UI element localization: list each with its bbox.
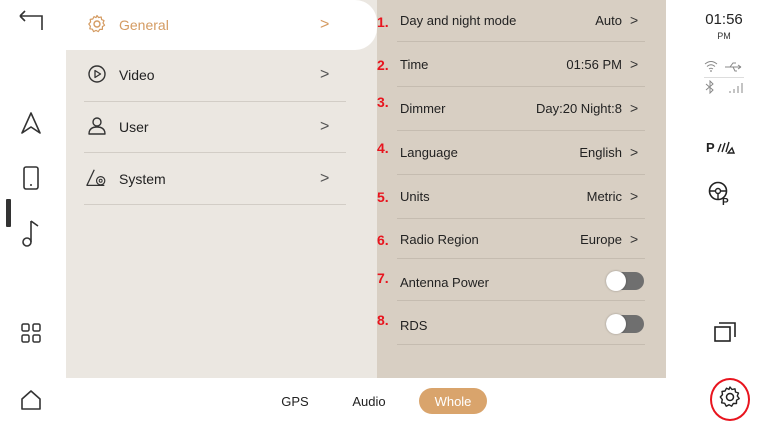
navigation-icon[interactable] — [17, 109, 45, 137]
setting-row-time[interactable]: 2. Time 01:56 PM > — [377, 44, 666, 88]
chevron-right-icon: > — [630, 188, 639, 204]
annotation-number: 5. — [377, 189, 389, 205]
setting-row-language[interactable]: 4. Language English > — [377, 132, 666, 176]
wifi-icon — [704, 60, 718, 75]
chevron-right-icon: > — [630, 100, 639, 116]
annotation-number: 1. — [377, 14, 389, 30]
setting-row-antenna-power[interactable]: 7. Antenna Power — [377, 260, 666, 304]
clock-ampm: PM — [717, 31, 731, 41]
annotation-number: 8. — [377, 312, 389, 328]
chevron-right-icon: > — [630, 231, 639, 247]
back-icon[interactable] — [17, 7, 45, 35]
divider — [397, 174, 645, 175]
music-icon[interactable] — [17, 219, 45, 247]
setting-label: Day and night mode — [400, 13, 517, 28]
settings-button[interactable] — [710, 378, 750, 421]
setting-label: Language — [400, 145, 458, 160]
chevron-right-icon: > — [630, 12, 639, 28]
play-circle-icon — [86, 63, 108, 85]
chevron-right-icon: > — [320, 118, 330, 135]
annotation-number: 6. — [377, 232, 389, 248]
system-triangle-gear-icon — [86, 167, 108, 189]
divider — [84, 204, 346, 205]
tab-audio[interactable]: Audio — [348, 388, 390, 414]
setting-label: Time — [400, 57, 429, 72]
antenna-power-toggle[interactable] — [606, 271, 644, 291]
annotation-number: 2. — [377, 57, 389, 73]
annotation-number: 3. — [377, 94, 389, 110]
menu-item-label: Video — [119, 67, 155, 83]
menu-item-system[interactable]: System > — [66, 154, 377, 204]
setting-row-day-night-mode[interactable]: 1. Day and night mode Auto > — [377, 0, 666, 44]
usb-icon — [724, 62, 744, 75]
status-divider — [704, 77, 744, 78]
divider — [397, 41, 645, 42]
divider — [397, 344, 645, 345]
divider — [397, 218, 645, 219]
divider — [84, 152, 346, 153]
menu-item-user[interactable]: User > — [66, 102, 377, 152]
app-window: General > Video > User > System > 1. Day… — [0, 0, 758, 423]
divider — [397, 86, 645, 87]
menu-item-video[interactable]: Video > — [66, 50, 377, 100]
setting-row-units[interactable]: 5. Units Metric > — [377, 176, 666, 220]
rds-toggle[interactable] — [606, 314, 644, 334]
status-panel: 01:56 PM P P — [666, 0, 758, 423]
setting-label: Antenna Power — [400, 275, 489, 290]
divider — [397, 258, 645, 259]
parking-sensor-icon[interactable]: P — [706, 139, 736, 158]
svg-text:P: P — [722, 197, 729, 206]
settings-menu: General > Video > User > System > — [66, 0, 377, 378]
toggle-knob — [606, 314, 626, 334]
setting-value: Day:20 Night:8 — [536, 101, 622, 116]
settings-list: 1. Day and night mode Auto > 2. Time 01:… — [377, 0, 666, 378]
toggle-knob — [606, 271, 626, 291]
annotation-number: 4. — [377, 140, 389, 156]
chevron-right-icon: > — [630, 56, 639, 72]
menu-item-label: User — [119, 119, 149, 135]
svg-text:P: P — [706, 140, 715, 155]
setting-label: Units — [400, 189, 430, 204]
multi-window-icon[interactable] — [714, 322, 736, 345]
chevron-right-icon: > — [320, 170, 330, 187]
settings-gear-icon — [718, 385, 742, 414]
setting-label: Dimmer — [400, 101, 446, 116]
menu-item-label: General — [119, 17, 169, 33]
menu-item-general[interactable]: General > — [66, 0, 377, 50]
setting-row-rds[interactable]: 8. RDS — [377, 304, 666, 348]
chevron-right-icon: > — [630, 144, 639, 160]
setting-label: RDS — [400, 318, 428, 333]
user-icon — [86, 115, 108, 137]
tab-gps[interactable]: GPS — [277, 388, 313, 414]
setting-value: Europe — [580, 232, 622, 247]
setting-value: 01:56 PM — [566, 57, 622, 72]
gear-icon — [86, 13, 108, 35]
chevron-right-icon: > — [320, 16, 330, 33]
apps-grid-icon[interactable] — [17, 319, 45, 347]
setting-value: Auto — [595, 13, 622, 28]
setting-value: English — [579, 145, 622, 160]
setting-label: Radio Region — [400, 232, 479, 247]
annotation-number: 7. — [377, 270, 389, 286]
clock-time: 01:56 — [705, 11, 743, 28]
divider — [397, 300, 645, 301]
setting-row-dimmer[interactable]: 3. Dimmer Day:20 Night:8 > — [377, 88, 666, 132]
signal-bars-icon — [728, 82, 744, 97]
tab-whole[interactable]: Whole — [419, 388, 487, 414]
left-rail — [0, 0, 66, 423]
bluetooth-icon — [704, 79, 716, 97]
divider — [397, 130, 645, 131]
home-icon[interactable] — [17, 386, 45, 414]
side-handle[interactable] — [6, 199, 11, 227]
setting-value: Metric — [586, 189, 622, 204]
menu-item-label: System — [119, 171, 166, 187]
bottom-tab-bar: GPS Audio Whole — [66, 378, 666, 423]
chevron-right-icon: > — [320, 66, 330, 83]
steering-wheel-parking-icon[interactable]: P — [708, 180, 732, 209]
phone-icon[interactable] — [17, 164, 45, 192]
